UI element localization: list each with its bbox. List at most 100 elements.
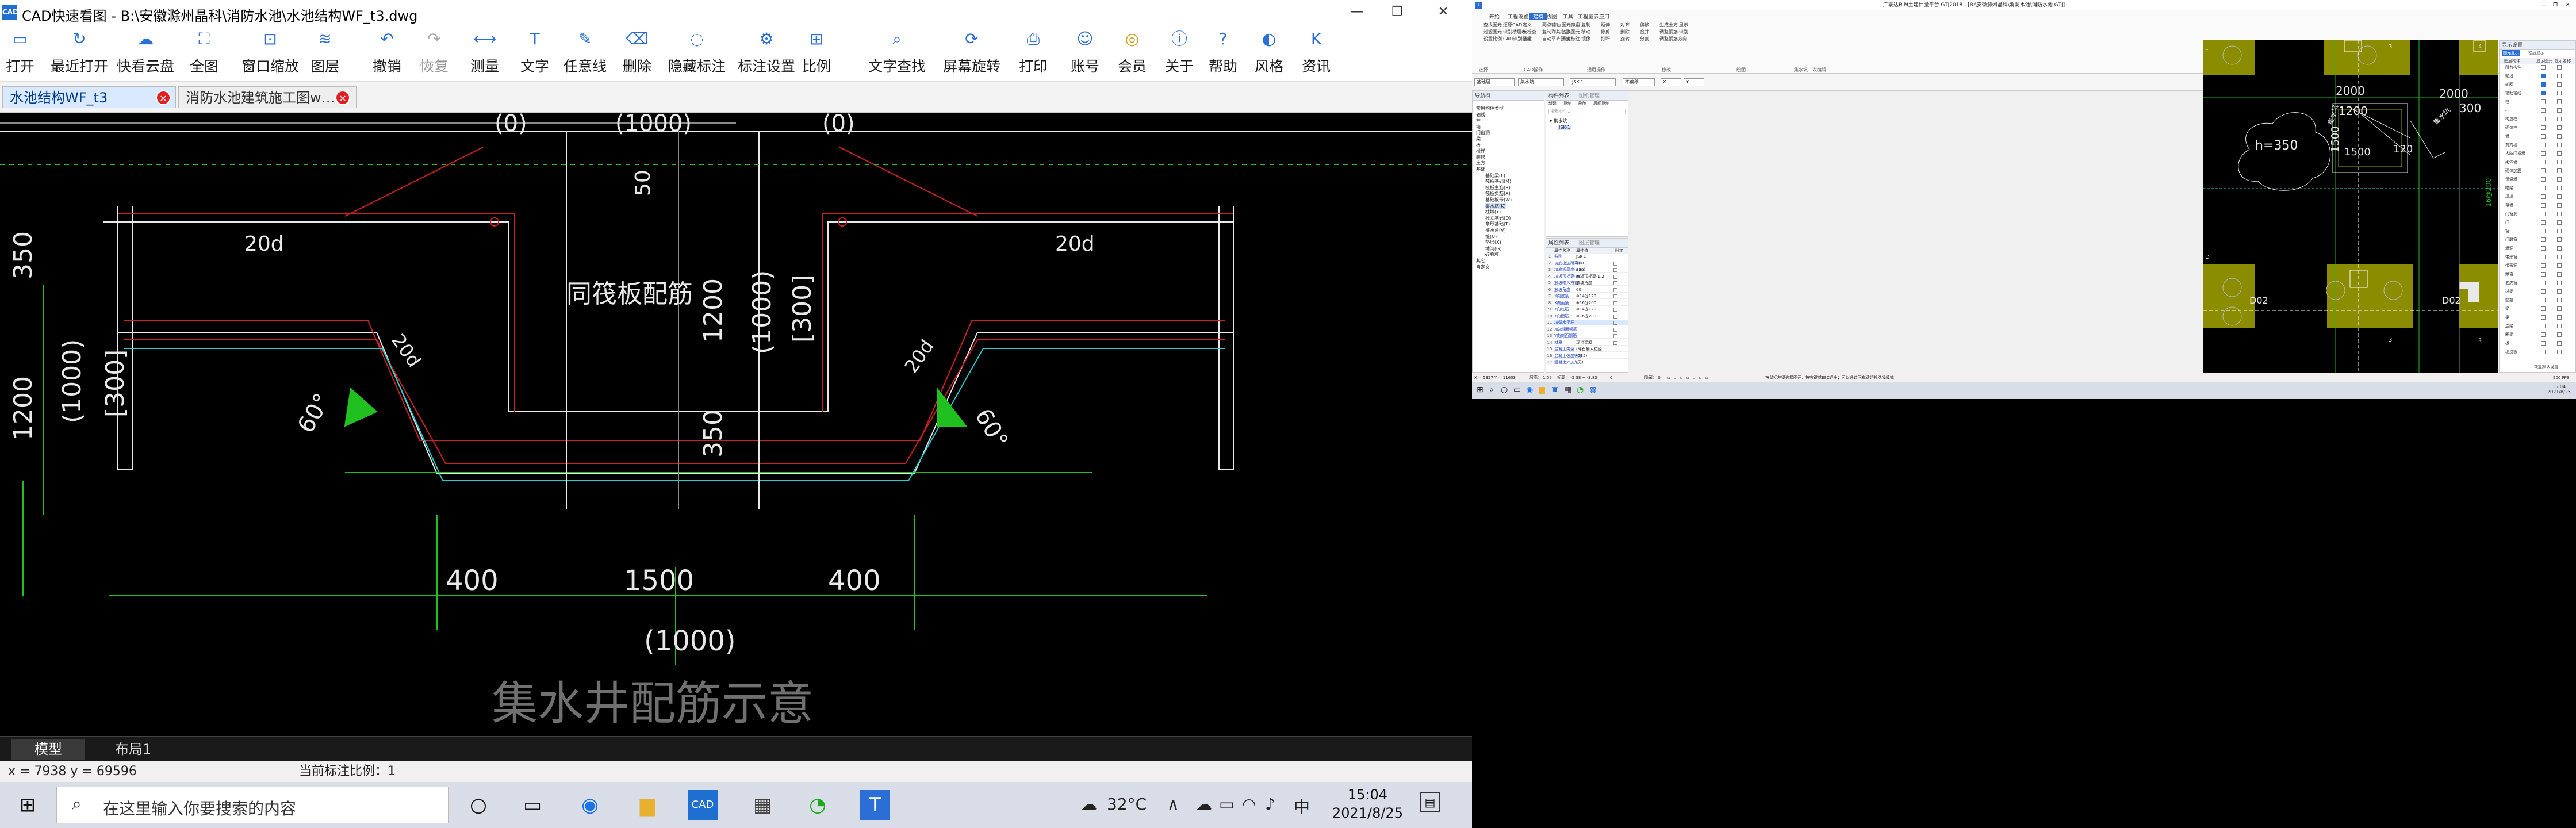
- component-toolbar-button[interactable]: 新建: [1548, 101, 1557, 106]
- task-view-icon[interactable]: ▭: [518, 790, 547, 820]
- tab-element-display[interactable]: 图元显示: [2502, 50, 2520, 56]
- show-element-checkbox[interactable]: [2541, 143, 2546, 147]
- tab-model[interactable]: 模型: [12, 739, 85, 760]
- task-view-icon[interactable]: ▭: [1513, 385, 1521, 394]
- nav-tree-item[interactable]: 筏板负筋(X): [1485, 190, 1511, 197]
- maximize-button[interactable]: ❐: [1380, 0, 1414, 24]
- menu-tab[interactable]: 工程量: [1578, 13, 1593, 20]
- tab-layer-management[interactable]: 图层管理: [1579, 240, 1600, 246]
- component-tree-root[interactable]: ▾ 集水坑: [1550, 118, 1567, 124]
- cortana-icon[interactable]: ○: [463, 790, 493, 820]
- show-name-checkbox[interactable]: [2557, 229, 2562, 233]
- attach-checkbox[interactable]: [1613, 274, 1617, 279]
- component-tree-item-jsk-1[interactable]: JSK-1: [1558, 125, 1571, 130]
- ribbon-button[interactable]: 偏移: [1640, 22, 1649, 28]
- ribbon-button[interactable]: 修剪: [1601, 29, 1610, 35]
- nav-tree-item[interactable]: 条形基础(T): [1485, 221, 1510, 227]
- toolbar-hide-button[interactable]: ◌ 隐藏标注: [668, 29, 726, 76]
- show-element-checkbox[interactable]: [2541, 65, 2546, 70]
- component-toolbar-button[interactable]: 删除: [1578, 101, 1586, 106]
- search-icon[interactable]: ⌕: [1489, 385, 1494, 394]
- toolbar-settings-button[interactable]: ⚙ 标注设置: [738, 29, 795, 76]
- nav-tree-item[interactable]: 集水坑(K): [1485, 202, 1506, 209]
- show-name-checkbox[interactable]: [2557, 272, 2562, 277]
- gld-taskbar-icon[interactable]: ▩: [1589, 385, 1597, 394]
- component-dropdown[interactable]: 集水坑: [1518, 78, 1564, 86]
- drawing-canvas[interactable]: (0) (1000) (0) 50 350 1200 (1000) [300] …: [0, 113, 1472, 736]
- show-element-checkbox[interactable]: [2541, 74, 2546, 78]
- calculator-icon[interactable]: ▦: [1564, 385, 1571, 394]
- tray-expand-icon[interactable]: ∧: [1167, 795, 1179, 814]
- component-search-input[interactable]: 搜索构件...: [1548, 109, 1626, 114]
- toolbar-undo-button[interactable]: ↶ 撤销: [373, 29, 401, 76]
- nav-tree-item[interactable]: 柱: [1476, 117, 1481, 124]
- nav-tree-item[interactable]: 墙: [1476, 124, 1481, 130]
- attach-checkbox[interactable]: [1613, 314, 1617, 319]
- toolbar-measure-button[interactable]: ⟷ 测量: [470, 29, 499, 76]
- show-name-checkbox[interactable]: [2557, 237, 2562, 242]
- nav-tree-item[interactable]: 垫层(X): [1485, 239, 1501, 246]
- ribbon-button[interactable]: 移动: [1581, 29, 1590, 35]
- menu-tab[interactable]: 云应用: [1594, 13, 1609, 20]
- tab-drawing-management[interactable]: 图纸管理: [1579, 93, 1600, 99]
- calculator-icon[interactable]: ▦: [747, 790, 777, 820]
- taskbar-search-box[interactable]: ⌕ 在这里输入你要搜索的内容: [56, 787, 448, 823]
- toolbar-account-button[interactable]: ☺ 账号: [1071, 29, 1099, 76]
- show-element-checkbox[interactable]: [2541, 203, 2546, 208]
- toolbar-text-button[interactable]: T 文字: [520, 29, 549, 76]
- show-name-checkbox[interactable]: [2557, 220, 2562, 225]
- attach-checkbox[interactable]: [1613, 294, 1617, 298]
- tab-inactive-document[interactable]: 消防水池建筑施工图w… ✕: [178, 86, 356, 108]
- property-row[interactable]: 17 混凝土外加剂 (无): [1546, 360, 1628, 365]
- show-name-checkbox[interactable]: [2557, 298, 2562, 302]
- show-name-checkbox[interactable]: [2557, 341, 2562, 346]
- attach-checkbox[interactable]: [1613, 281, 1617, 285]
- ribbon-button[interactable]: 两点辅轴: [1542, 22, 1561, 28]
- nav-tree-item[interactable]: 楼梯: [1476, 148, 1485, 154]
- ribbon-button[interactable]: 长度标注: [1562, 36, 1580, 42]
- toolbar-cloud-button[interactable]: ☁ 快看云盘: [117, 29, 174, 76]
- show-name-checkbox[interactable]: [2557, 125, 2562, 130]
- menu-tab[interactable]: 建模: [1529, 13, 1547, 20]
- component-dropdown[interactable]: JSK-1: [1570, 78, 1616, 86]
- ribbon-button[interactable]: 调整钢筋方向: [1659, 36, 1687, 42]
- show-element-checkbox[interactable]: [2541, 108, 2546, 113]
- show-name-checkbox[interactable]: [2557, 281, 2562, 285]
- show-element-checkbox[interactable]: [2541, 160, 2546, 164]
- show-name-checkbox[interactable]: [2557, 255, 2562, 259]
- show-name-checkbox[interactable]: [2557, 160, 2562, 164]
- show-name-checkbox[interactable]: [2557, 99, 2562, 104]
- show-element-checkbox[interactable]: [2541, 237, 2546, 242]
- toolbar-zoom-window-button[interactable]: ⊡ 窗口缩放: [241, 29, 299, 76]
- maximize-button[interactable]: ❐: [2553, 0, 2558, 10]
- ribbon-button[interactable]: 转换图元: [1562, 29, 1580, 35]
- nav-tree-item[interactable]: 独立基础(D): [1485, 215, 1511, 221]
- ribbon-button[interactable]: 对齐: [1620, 22, 1630, 28]
- component-toolbar-button[interactable]: 层间复制: [1593, 101, 1609, 106]
- nav-tree-item[interactable]: 基础: [1476, 166, 1485, 172]
- ribbon-button[interactable]: 调整钢筋: [1659, 29, 1678, 35]
- attach-checkbox[interactable]: [1613, 261, 1617, 266]
- show-element-checkbox[interactable]: [2541, 168, 2546, 173]
- show-element-checkbox[interactable]: [2541, 350, 2546, 354]
- component-dropdown[interactable]: 基础层: [1474, 78, 1515, 86]
- network-icon[interactable]: ▭: [1219, 795, 1234, 814]
- nav-tree-item[interactable]: 桩承台(V): [1485, 227, 1506, 233]
- toolbar-eraser-button[interactable]: ⌫ 删除: [623, 29, 651, 76]
- close-tab-icon[interactable]: ✕: [335, 90, 350, 105]
- ribbon-button[interactable]: 分割: [1640, 36, 1649, 42]
- edge-browser-icon[interactable]: ◉: [575, 790, 605, 820]
- property-row[interactable]: 10 Y向面筋 ⊕16@200: [1546, 313, 1628, 319]
- attach-checkbox[interactable]: [1613, 321, 1617, 325]
- toolbar-news-button[interactable]: K 资讯: [1302, 29, 1331, 76]
- toolbar-rotate-button[interactable]: ⟳ 屏幕旋转: [943, 29, 1000, 76]
- volume-icon[interactable]: ♪: [1265, 795, 1275, 814]
- toolbar-layers-button[interactable]: ≋ 图层: [310, 29, 339, 76]
- ribbon-button[interactable]: 合并: [1640, 29, 1649, 35]
- ribbon-button[interactable]: 过滤图元: [1483, 29, 1502, 35]
- ribbon-button[interactable]: 云检查: [1523, 29, 1536, 35]
- attach-checkbox[interactable]: [1613, 308, 1617, 312]
- show-name-checkbox[interactable]: [2557, 134, 2562, 139]
- attach-checkbox[interactable]: [1613, 340, 1617, 345]
- ribbon-button[interactable]: 复制: [1581, 22, 1590, 28]
